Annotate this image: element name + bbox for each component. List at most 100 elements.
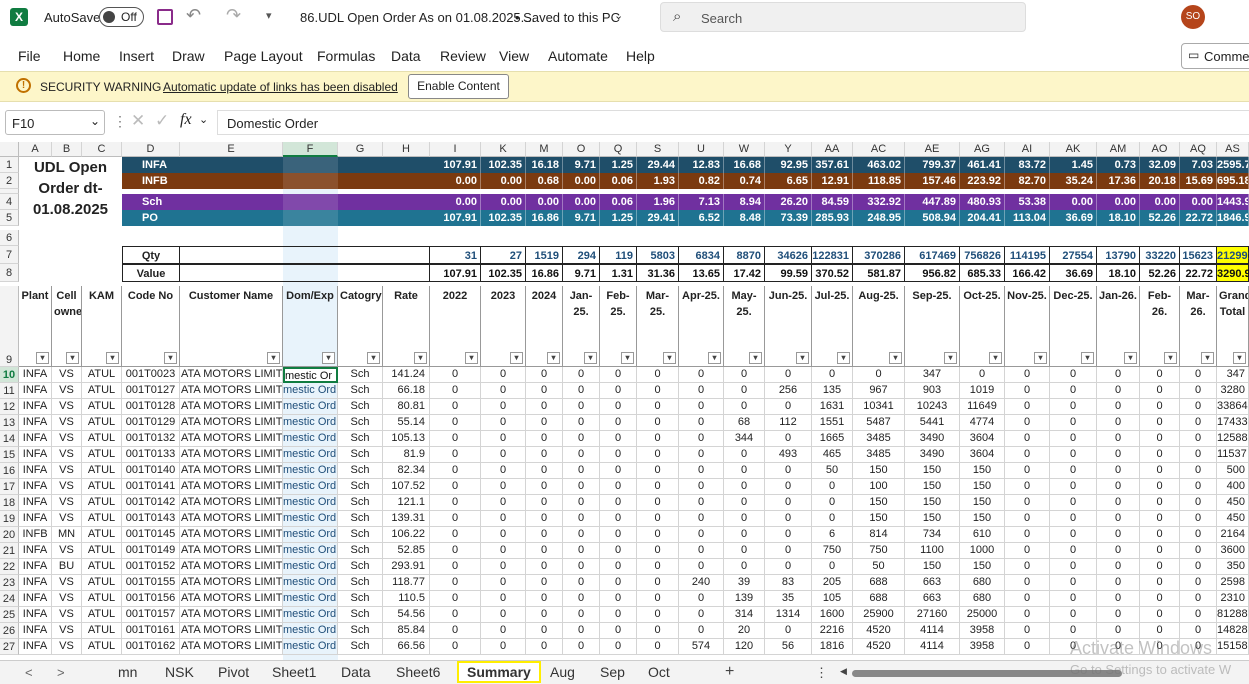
data-cell[interactable]: 0 xyxy=(1180,607,1217,623)
data-cell[interactable]: 663 xyxy=(905,591,960,607)
data-cell[interactable]: ATA MOTORS LIMITE xyxy=(180,639,283,655)
filter-dropdown-icon[interactable]: ▾ xyxy=(322,352,335,364)
sheet-tab-oct[interactable]: Oct xyxy=(648,664,670,680)
data-cell[interactable]: 0 xyxy=(679,431,724,447)
data-cell[interactable]: 0 xyxy=(600,447,637,463)
data-cell[interactable]: 0 xyxy=(765,431,812,447)
data-cell[interactable]: 20 xyxy=(724,623,765,639)
data-cell[interactable]: VS xyxy=(52,383,82,399)
header-kam[interactable]: KAM ▾ xyxy=(82,286,122,367)
data-cell[interactable]: 0 xyxy=(1097,367,1140,383)
data-cell[interactable]: 3490 xyxy=(905,447,960,463)
more-sheets-icon[interactable]: ⋮ xyxy=(815,665,828,681)
data-cell[interactable]: 0 xyxy=(637,527,679,543)
data-cell[interactable]: 0 xyxy=(600,639,637,655)
data-cell[interactable]: ATUL xyxy=(82,607,122,623)
header-grand-total[interactable]: Grand Total ▾ xyxy=(1217,286,1249,367)
row-header-17[interactable]: 17 xyxy=(0,479,19,495)
filter-dropdown-icon[interactable]: ▾ xyxy=(1034,352,1047,364)
data-cell[interactable]: ATA MOTORS LIMITE xyxy=(180,383,283,399)
data-cell[interactable]: 0 xyxy=(563,399,600,415)
data-cell[interactable]: 0 xyxy=(1050,623,1097,639)
autosave-toggle[interactable]: Off xyxy=(99,7,144,27)
data-cell[interactable]: VS xyxy=(52,607,82,623)
data-cell[interactable]: 0 xyxy=(430,367,481,383)
filter-dropdown-icon[interactable]: ▾ xyxy=(1233,352,1246,364)
menu-data[interactable]: Data xyxy=(391,48,421,64)
data-cell[interactable]: 35 xyxy=(765,591,812,607)
header-feb-25-[interactable]: Feb-25. ▾ xyxy=(600,286,637,367)
data-cell[interactable]: 0 xyxy=(1097,463,1140,479)
row-header-6[interactable]: 6 xyxy=(0,230,19,246)
column-header-AE[interactable]: AE xyxy=(905,142,960,157)
row-header-4[interactable]: 4 xyxy=(0,194,19,210)
data-cell[interactable]: 0 xyxy=(1050,431,1097,447)
data-cell[interactable]: 150 xyxy=(905,463,960,479)
data-cell[interactable]: 1631 xyxy=(812,399,853,415)
filter-dropdown-icon[interactable]: ▾ xyxy=(547,352,560,364)
data-cell[interactable]: 0 xyxy=(1180,415,1217,431)
data-cell[interactable]: ATUL xyxy=(82,399,122,415)
column-header-AI[interactable]: AI xyxy=(1005,142,1050,157)
data-cell[interactable]: 0 xyxy=(724,463,765,479)
data-cell[interactable]: 0 xyxy=(430,559,481,575)
data-cell[interactable]: 0 xyxy=(724,543,765,559)
menu-help[interactable]: Help xyxy=(626,48,655,64)
data-cell[interactable]: 0 xyxy=(637,463,679,479)
data-cell[interactable]: 001T0143 xyxy=(122,511,180,527)
chevron-down-icon[interactable]: ⌄ xyxy=(199,113,208,126)
menu-draw[interactable]: Draw xyxy=(172,48,205,64)
data-cell[interactable]: ATUL xyxy=(82,623,122,639)
data-cell[interactable]: 0 xyxy=(1050,383,1097,399)
data-cell[interactable]: 0 xyxy=(1005,607,1050,623)
sheet-tab-data[interactable]: Data xyxy=(341,664,371,680)
data-cell[interactable]: 001T0127 xyxy=(122,383,180,399)
data-cell[interactable]: 0 xyxy=(1050,575,1097,591)
data-cell[interactable]: 3604 xyxy=(960,431,1005,447)
sheet-tab-summary[interactable]: Summary xyxy=(457,661,541,683)
column-header-G[interactable]: G xyxy=(338,142,383,157)
data-cell[interactable]: 3280 xyxy=(1217,383,1249,399)
data-cell[interactable]: 0 xyxy=(1180,367,1217,383)
row-header-7[interactable]: 7 xyxy=(0,246,19,264)
data-cell[interactable]: 0 xyxy=(1180,543,1217,559)
insert-function-icon[interactable]: fx xyxy=(180,111,192,129)
data-cell[interactable]: 0 xyxy=(1097,543,1140,559)
data-cell[interactable]: Sch xyxy=(338,607,383,623)
qty_row-cell[interactable]: 15623 xyxy=(1180,246,1217,264)
column-header-Q[interactable]: Q xyxy=(600,142,637,157)
data-cell[interactable]: 0 xyxy=(1050,479,1097,495)
data-cell[interactable]: 0 xyxy=(765,463,812,479)
filter-dropdown-icon[interactable]: ▾ xyxy=(837,352,850,364)
data-cell[interactable]: 001T0162 xyxy=(122,639,180,655)
data-cell[interactable]: 0 xyxy=(481,527,526,543)
data-cell[interactable]: 0 xyxy=(430,591,481,607)
column-header-U[interactable]: U xyxy=(679,142,724,157)
data-cell[interactable]: 0 xyxy=(600,495,637,511)
data-cell[interactable]: 0 xyxy=(724,527,765,543)
data-cell[interactable]: 1551 xyxy=(812,415,853,431)
data-cell[interactable]: 0 xyxy=(1097,607,1140,623)
header-dec-25-[interactable]: Dec-25. ▾ xyxy=(1050,286,1097,367)
value_row-cell[interactable]: 31.36 xyxy=(637,264,679,282)
data-cell[interactable]: 0 xyxy=(1097,383,1140,399)
data-cell[interactable]: 150 xyxy=(905,479,960,495)
data-cell[interactable]: 0 xyxy=(563,367,600,383)
data-cell[interactable]: 0 xyxy=(1005,431,1050,447)
filter-dropdown-icon[interactable]: ▾ xyxy=(510,352,523,364)
data-cell[interactable]: 001T0142 xyxy=(122,495,180,511)
filter-dropdown-icon[interactable]: ▾ xyxy=(1164,352,1177,364)
sheet-tab-sheet1[interactable]: Sheet1 xyxy=(272,664,316,680)
data-cell[interactable]: 33864 xyxy=(1217,399,1249,415)
data-cell[interactable]: 0 xyxy=(481,367,526,383)
data-cell[interactable]: 0 xyxy=(1180,623,1217,639)
data-cell[interactable]: mestic Ord xyxy=(283,639,338,655)
data-cell[interactable]: 3485 xyxy=(853,447,905,463)
qty_row-cell[interactable]: 13790 xyxy=(1097,246,1140,264)
data-cell[interactable]: ATA MOTORS LIMITE xyxy=(180,367,283,383)
data-cell[interactable]: Sch xyxy=(338,399,383,415)
data-cell[interactable]: 68 xyxy=(724,415,765,431)
data-cell[interactable]: 3958 xyxy=(960,639,1005,655)
data-cell[interactable]: 0 xyxy=(637,447,679,463)
data-cell[interactable]: 4520 xyxy=(853,639,905,655)
